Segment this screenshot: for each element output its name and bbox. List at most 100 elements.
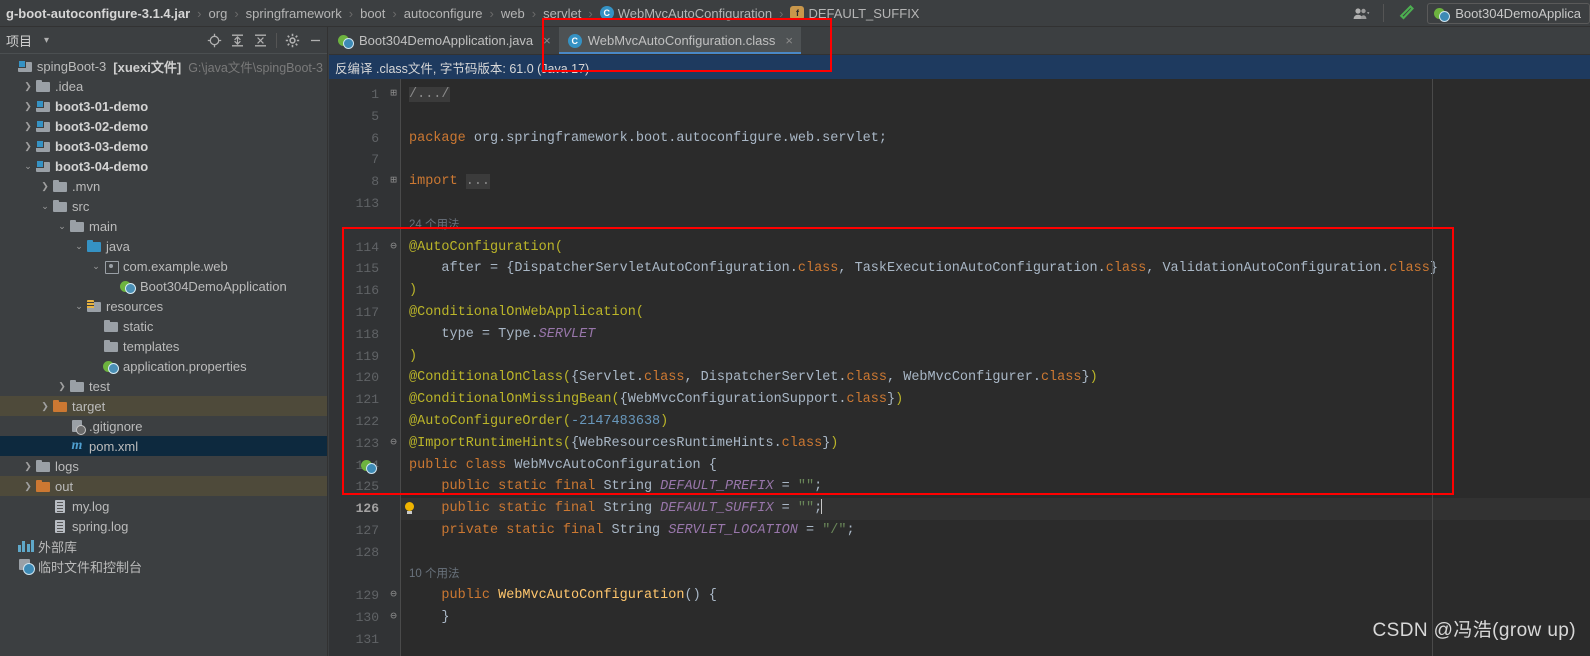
tree-item-templates[interactable]: templates (0, 336, 327, 356)
gitignore-icon (69, 418, 86, 435)
breadcrumb-item-org[interactable]: org (207, 6, 230, 21)
fold-toggle-icon[interactable]: ⊖ (387, 607, 400, 629)
tree-item-[interactable]: 临时文件和控制台 (0, 556, 327, 576)
fold-toggle-icon[interactable]: ⊖ (387, 433, 400, 455)
line-number-gutter[interactable]: 1 5 6 7 8 113 114 115 116 117 118 119 120 121 122 123 12… (329, 79, 387, 656)
code-line: public static final String DEFAULT_SUFFI… (401, 498, 1590, 520)
breadcrumb-item-boot[interactable]: boot (358, 6, 387, 21)
tree-expand-arrow[interactable]: ❯ (21, 141, 35, 151)
line-number: 117 (355, 304, 379, 320)
breadcrumb-item-class[interactable]: C WebMvcAutoConfiguration (598, 6, 774, 21)
breadcrumb-item-jar[interactable]: g-boot-autoconfigure-3.1.4.jar (4, 6, 192, 21)
tree-item-boot3-03-demo[interactable]: ❯ boot3-03-demo (0, 136, 327, 156)
tree-expand-arrow[interactable]: ⌄ (72, 301, 86, 311)
tree-expand-arrow[interactable]: ⌄ (38, 201, 52, 211)
folder-grey-icon (103, 318, 119, 334)
project-panel-header: 项目 ▾ (0, 27, 327, 54)
decompiled-notice-bar: 反编译 .class文件, 字节码版本: 61.0 (Java 17) (329, 55, 1590, 79)
code-text-area[interactable]: /.../ package org.springframework.boot.au… (401, 79, 1590, 656)
breadcrumb-item-web[interactable]: web (499, 6, 527, 21)
code-viewport[interactable]: 1 5 6 7 8 113 114 115 116 117 118 119 120 121 122 123 12… (329, 79, 1590, 656)
tree-expand-arrow[interactable]: ⌄ (21, 161, 35, 171)
fold-toggle-icon[interactable]: ⊞ (387, 84, 400, 106)
tree-item-label: target (72, 398, 106, 414)
tree-item-com.example.web[interactable]: ⌄ com.example.web (0, 256, 327, 276)
tree-item-.mvn[interactable]: ❯ .mvn (0, 176, 327, 196)
locate-icon[interactable] (203, 29, 226, 51)
tree-item-label: logs (55, 458, 79, 474)
line-number: 123 (355, 435, 379, 451)
tree-item-pom.xml[interactable]: m pom.xml (0, 436, 327, 456)
breadcrumb-item-springframework[interactable]: springframework (244, 6, 344, 21)
tree-expand-arrow[interactable]: ❯ (38, 181, 52, 191)
tree-item-logs[interactable]: ❯ logs (0, 456, 327, 476)
settings-gear-icon[interactable] (281, 29, 304, 51)
resources-folder-icon (86, 298, 102, 314)
collapse-all-icon[interactable] (249, 29, 272, 51)
tree-item-my.log[interactable]: my.log (0, 496, 327, 516)
chevron-down-icon[interactable]: ▾ (44, 35, 49, 46)
tree-expand-arrow[interactable]: ❯ (38, 401, 52, 411)
tree-item-boot304demoapplication[interactable]: Boot304DemoApplication (0, 276, 327, 296)
tree-item-application.properties[interactable]: application.properties (0, 356, 327, 376)
expand-all-icon[interactable] (226, 29, 249, 51)
breadcrumb-item-field[interactable]: f DEFAULT_SUFFIX (788, 6, 921, 21)
scratches-icon (18, 558, 35, 575)
tree-item-.idea[interactable]: ❯ .idea (0, 76, 327, 96)
tree-item-target[interactable]: ❯ target (0, 396, 327, 416)
tab-boot304demoapplication[interactable]: Boot304DemoApplication.java × (329, 27, 559, 54)
tree-expand-arrow[interactable]: ⌄ (89, 261, 103, 271)
log-file-icon (52, 498, 68, 514)
tree-item-java[interactable]: ⌄ java (0, 236, 327, 256)
tree-item-label: boot3-01-demo (55, 98, 149, 114)
tree-expand-arrow[interactable]: ❯ (21, 461, 35, 471)
usage-hint: 24 个用法 (409, 218, 460, 231)
tree-item-out[interactable]: ❯ out (0, 476, 327, 496)
line-number: 8 (371, 174, 379, 190)
intention-lightbulb-icon[interactable] (403, 502, 416, 515)
tree-expand-arrow[interactable]: ⌄ (72, 241, 86, 251)
tree-item-spingboot-3[interactable]: spingBoot-3 [xuexi文件] G:\java文件\spingBoot-… (0, 56, 327, 76)
fold-toggle-icon[interactable]: ⊞ (387, 171, 400, 193)
hide-panel-icon[interactable] (304, 29, 327, 51)
tree-item-test[interactable]: ❯ test (0, 376, 327, 396)
folder-grey-icon (52, 198, 68, 214)
tree-expand-arrow[interactable]: ❯ (21, 481, 35, 491)
spring-bean-gutter-icon[interactable] (361, 458, 377, 474)
module-folder-icon (35, 138, 51, 154)
tab-close-icon[interactable]: × (785, 33, 793, 48)
tree-item-boot3-01-demo[interactable]: ❯ boot3-01-demo (0, 96, 327, 116)
package-icon (103, 258, 119, 274)
line-number: 129 (355, 588, 379, 604)
tree-item-label: java (106, 238, 130, 254)
fold-toggle-icon[interactable]: ⊖ (387, 585, 400, 607)
tree-expand-arrow[interactable]: ❯ (21, 101, 35, 111)
tab-close-icon[interactable]: × (543, 33, 551, 48)
tree-expand-arrow[interactable]: ⌄ (55, 221, 69, 231)
code-line: /.../ (409, 87, 450, 102)
tree-expand-arrow[interactable]: ❯ (21, 121, 35, 131)
tree-item-.gitignore[interactable]: .gitignore (0, 416, 327, 436)
breadcrumb-item-autoconfigure[interactable]: autoconfigure (402, 6, 485, 21)
tree-item-spring.log[interactable]: spring.log (0, 516, 327, 536)
tree-item-main[interactable]: ⌄ main (0, 216, 327, 236)
tree-item-boot3-02-demo[interactable]: ❯ boot3-02-demo (0, 116, 327, 136)
breadcrumb-item-servlet[interactable]: servlet (541, 6, 583, 21)
tree-item-src[interactable]: ⌄ src (0, 196, 327, 216)
run-configuration-selector[interactable]: Boot304DemoApplica (1427, 2, 1590, 24)
tree-item-resources[interactable]: ⌄ resources (0, 296, 327, 316)
tree-expand-arrow[interactable]: ❯ (21, 81, 35, 91)
tree-expand-arrow[interactable]: ❯ (55, 381, 69, 391)
user-group-icon[interactable] (1344, 0, 1378, 26)
fold-toggle-icon[interactable]: ⊖ (387, 237, 400, 259)
tree-item-static[interactable]: static (0, 316, 327, 336)
tree-item-label: spring.log (72, 518, 129, 534)
tab-webmvcautoconfiguration[interactable]: C WebMvcAutoConfiguration.class × (558, 27, 802, 54)
code-folding-gutter[interactable]: ⊞ ⊞ ⊖ ⊖ ⊖ ⊖ (387, 79, 401, 656)
build-hammer-icon[interactable] (1389, 0, 1423, 26)
tree-item-boot3-04-demo[interactable]: ⌄ boot3-04-demo (0, 156, 327, 176)
tree-item-[interactable]: 外部库 (0, 536, 327, 556)
